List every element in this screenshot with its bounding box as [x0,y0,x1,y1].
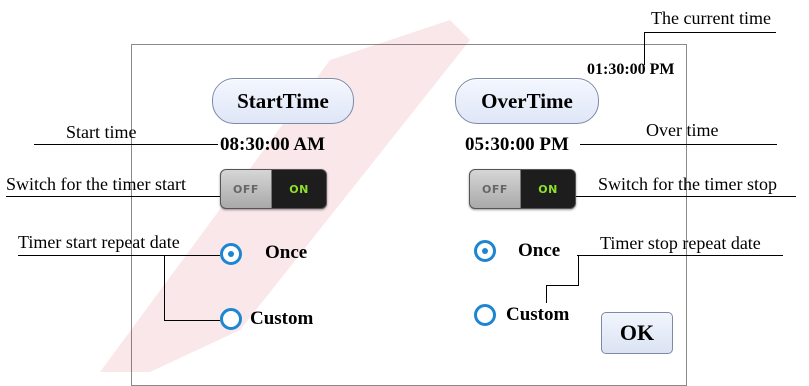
toggle-off-label: OFF [221,170,272,208]
timer-start-toggle[interactable]: OFF ON [220,169,327,209]
start-repeat-once-label: Once [265,242,308,263]
stop-repeat-once-radio[interactable] [474,240,496,262]
annotation-switch-start: Switch for the timer start [6,174,186,194]
annotation-repeat-stop: Timer stop repeat date [600,233,761,253]
annotation-line [164,255,165,320]
annotation-line [644,32,776,33]
toggle-off-label: OFF [470,170,521,208]
stop-repeat-custom-radio[interactable] [474,304,496,326]
current-time-value: 01:30:00 PM [587,61,675,78]
start-repeat-custom-label: Custom [250,308,314,329]
stop-repeat-once-label: Once [518,240,561,261]
annotation-line [577,255,783,256]
start-time-value[interactable]: 08:30:00 AM [220,134,325,156]
annotation-repeat-start: Timer start repeat date [18,232,180,252]
over-time-value[interactable]: 05:30:00 PM [465,134,569,156]
annotation-over-time: Over time [646,120,719,140]
stop-repeat-custom-label: Custom [506,304,570,325]
annotation-line [580,144,777,145]
annotation-line [578,255,579,285]
annotation-line [6,196,220,197]
annotation-line [34,144,218,145]
radio-selected-dot [482,248,488,254]
start-time-title-button[interactable]: StartTime [212,78,354,124]
ok-button[interactable]: OK [601,312,673,354]
annotation-switch-stop: Switch for the timer stop [598,174,777,194]
timer-stop-toggle[interactable]: OFF ON [469,169,576,209]
toggle-on-label: ON [521,170,575,208]
over-time-title-button[interactable]: OverTime [455,78,599,124]
annotation-line [546,285,579,286]
annotation-line [18,255,220,256]
toggle-on-label: ON [272,170,326,208]
annotation-line [546,285,547,303]
annotation-line [576,196,796,197]
annotation-line [164,320,220,321]
start-repeat-custom-radio[interactable] [220,308,242,330]
annotation-current-time: The current time [651,8,771,28]
start-repeat-once-radio[interactable] [220,243,242,265]
annotation-start-time: Start time [66,122,137,142]
radio-selected-dot [228,251,234,257]
